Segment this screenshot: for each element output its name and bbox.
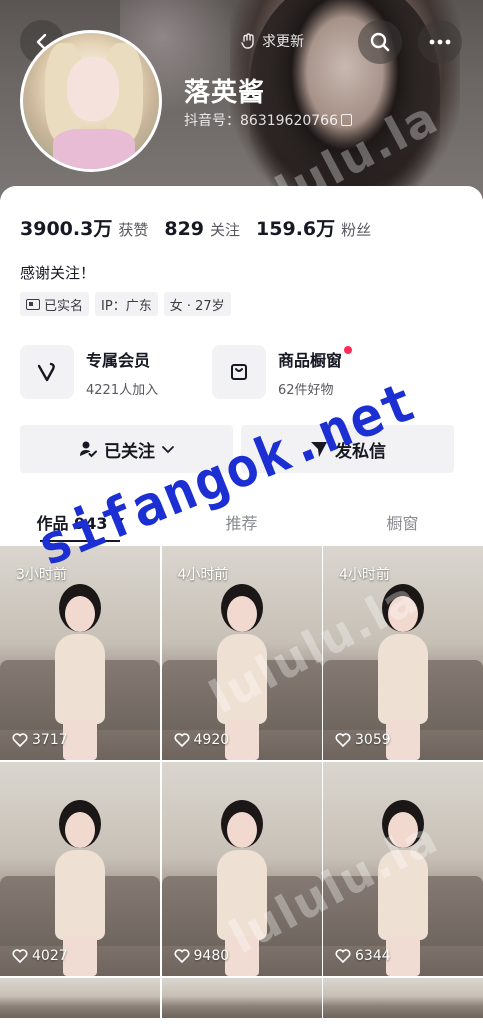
- stat-likes[interactable]: 3900.3万 获赞: [20, 214, 148, 241]
- gender-age-tag: 女 · 27岁: [163, 292, 231, 316]
- video-likes-count: 4920: [193, 732, 230, 748]
- tab-recommend[interactable]: 推荐: [161, 500, 322, 544]
- stat-likes-label: 获赞: [118, 221, 149, 239]
- video-likes: 6344: [335, 948, 391, 964]
- send-message-label: 发私信: [335, 441, 386, 462]
- avatar[interactable]: [20, 30, 162, 172]
- member-v-icon: [37, 362, 55, 382]
- video-thumbnail[interactable]: [323, 978, 483, 1018]
- video-thumbnail[interactable]: 4小时前 4920: [161, 546, 322, 760]
- search-button[interactable]: [358, 20, 402, 64]
- stat-following-label: 关注: [210, 221, 241, 239]
- video-likes: 3059: [335, 732, 391, 748]
- shop-title: 商品橱窗: [278, 350, 343, 370]
- member-subtitle: 4221人加入: [86, 382, 159, 398]
- member-icon-box: [20, 345, 74, 399]
- douyin-id-label: 抖音号：: [184, 113, 240, 129]
- chevron-down-icon: [162, 446, 174, 454]
- paper-plane-icon: [311, 442, 327, 457]
- followed-button-label: 已关注: [104, 441, 155, 462]
- heart-icon: [12, 733, 28, 747]
- profile-tags: 已实名 IP：广东 女 · 27岁: [20, 292, 231, 316]
- stat-following-count: 829: [164, 218, 205, 240]
- video-time: 4小时前: [177, 567, 229, 583]
- id-card-icon: [26, 298, 40, 310]
- profile-nickname: 落英酱: [184, 78, 266, 108]
- search-icon: [370, 32, 390, 52]
- verified-tag[interactable]: 已实名: [20, 292, 90, 316]
- more-dots-icon: [429, 39, 451, 45]
- video-time: 3小时前: [16, 567, 67, 583]
- tab-works-underline: [40, 540, 120, 542]
- request-update-label: 求更新: [262, 34, 304, 50]
- video-thumbnail[interactable]: 3小时前 3717: [0, 546, 160, 760]
- send-message-button[interactable]: 发私信: [241, 425, 454, 473]
- tab-showcase[interactable]: 橱窗: [322, 500, 483, 544]
- member-title: 专属会员: [86, 350, 151, 370]
- douyin-id-value: 86319620766: [240, 113, 338, 129]
- followed-button[interactable]: 已关注: [20, 425, 233, 473]
- tab-works[interactable]: 作品 943: [0, 500, 161, 544]
- video-thumbnail[interactable]: 4027: [0, 762, 160, 976]
- heart-icon: [335, 733, 351, 747]
- verified-tag-label: 已实名: [44, 298, 84, 314]
- video-likes: 4027: [12, 948, 68, 964]
- profile-stats: 3900.3万 获赞 829 关注 159.6万 粉丝: [20, 214, 371, 241]
- profile-tabs: 作品 943 推荐 橱窗: [0, 500, 483, 544]
- heart-icon: [173, 733, 190, 747]
- heart-icon: [173, 949, 190, 963]
- video-thumbnail[interactable]: [161, 978, 322, 1018]
- copy-icon[interactable]: [340, 114, 352, 126]
- caret-down-icon: [112, 518, 125, 526]
- stat-following[interactable]: 829 关注: [164, 218, 240, 240]
- video-grid: 3小时前 3717 4小时前 4920 4小时前 3059 4027 9480 …: [0, 546, 483, 1018]
- heart-icon: [12, 949, 28, 963]
- shopping-bag-icon: [231, 364, 247, 380]
- more-button[interactable]: [418, 20, 462, 64]
- member-entry[interactable]: 专属会员 4221人加入: [20, 345, 158, 399]
- stat-followers-count: 159.6万: [256, 218, 336, 240]
- shop-red-dot: [344, 345, 353, 354]
- shop-window-entry[interactable]: 商品橱窗 62件好物: [212, 345, 353, 399]
- request-update-button[interactable]: 求更新: [240, 28, 304, 54]
- stat-likes-count: 3900.3万: [20, 218, 113, 240]
- video-likes-count: 3059: [355, 732, 391, 748]
- ip-tag: IP：广东: [95, 292, 158, 316]
- video-thumbnail[interactable]: 9480: [161, 762, 322, 976]
- stat-followers-label: 粉丝: [341, 221, 372, 239]
- stat-followers[interactable]: 159.6万 粉丝: [256, 214, 371, 241]
- video-likes: 3717: [12, 732, 68, 748]
- video-likes: 9480: [173, 948, 230, 964]
- hand-icon: [241, 33, 254, 49]
- douyin-id[interactable]: 抖音号：86319620766: [184, 110, 352, 130]
- video-likes-count: 6344: [355, 948, 391, 964]
- shop-icon-box: [212, 345, 266, 399]
- video-thumbnail[interactable]: 6344: [323, 762, 483, 976]
- heart-icon: [335, 949, 351, 963]
- video-likes-count: 4027: [32, 948, 68, 964]
- video-likes-count: 9480: [193, 948, 230, 964]
- shop-subtitle: 62件好物: [278, 382, 334, 398]
- tab-works-label: 作品 943: [36, 514, 108, 533]
- video-likes: 4920: [173, 732, 230, 748]
- user-check-icon: [80, 441, 97, 458]
- video-time: 4小时前: [339, 567, 390, 583]
- video-thumbnail[interactable]: 4小时前 3059: [323, 546, 483, 760]
- video-likes-count: 3717: [32, 732, 68, 748]
- video-thumbnail[interactable]: [0, 978, 160, 1018]
- profile-bio: 感谢关注！: [20, 264, 96, 282]
